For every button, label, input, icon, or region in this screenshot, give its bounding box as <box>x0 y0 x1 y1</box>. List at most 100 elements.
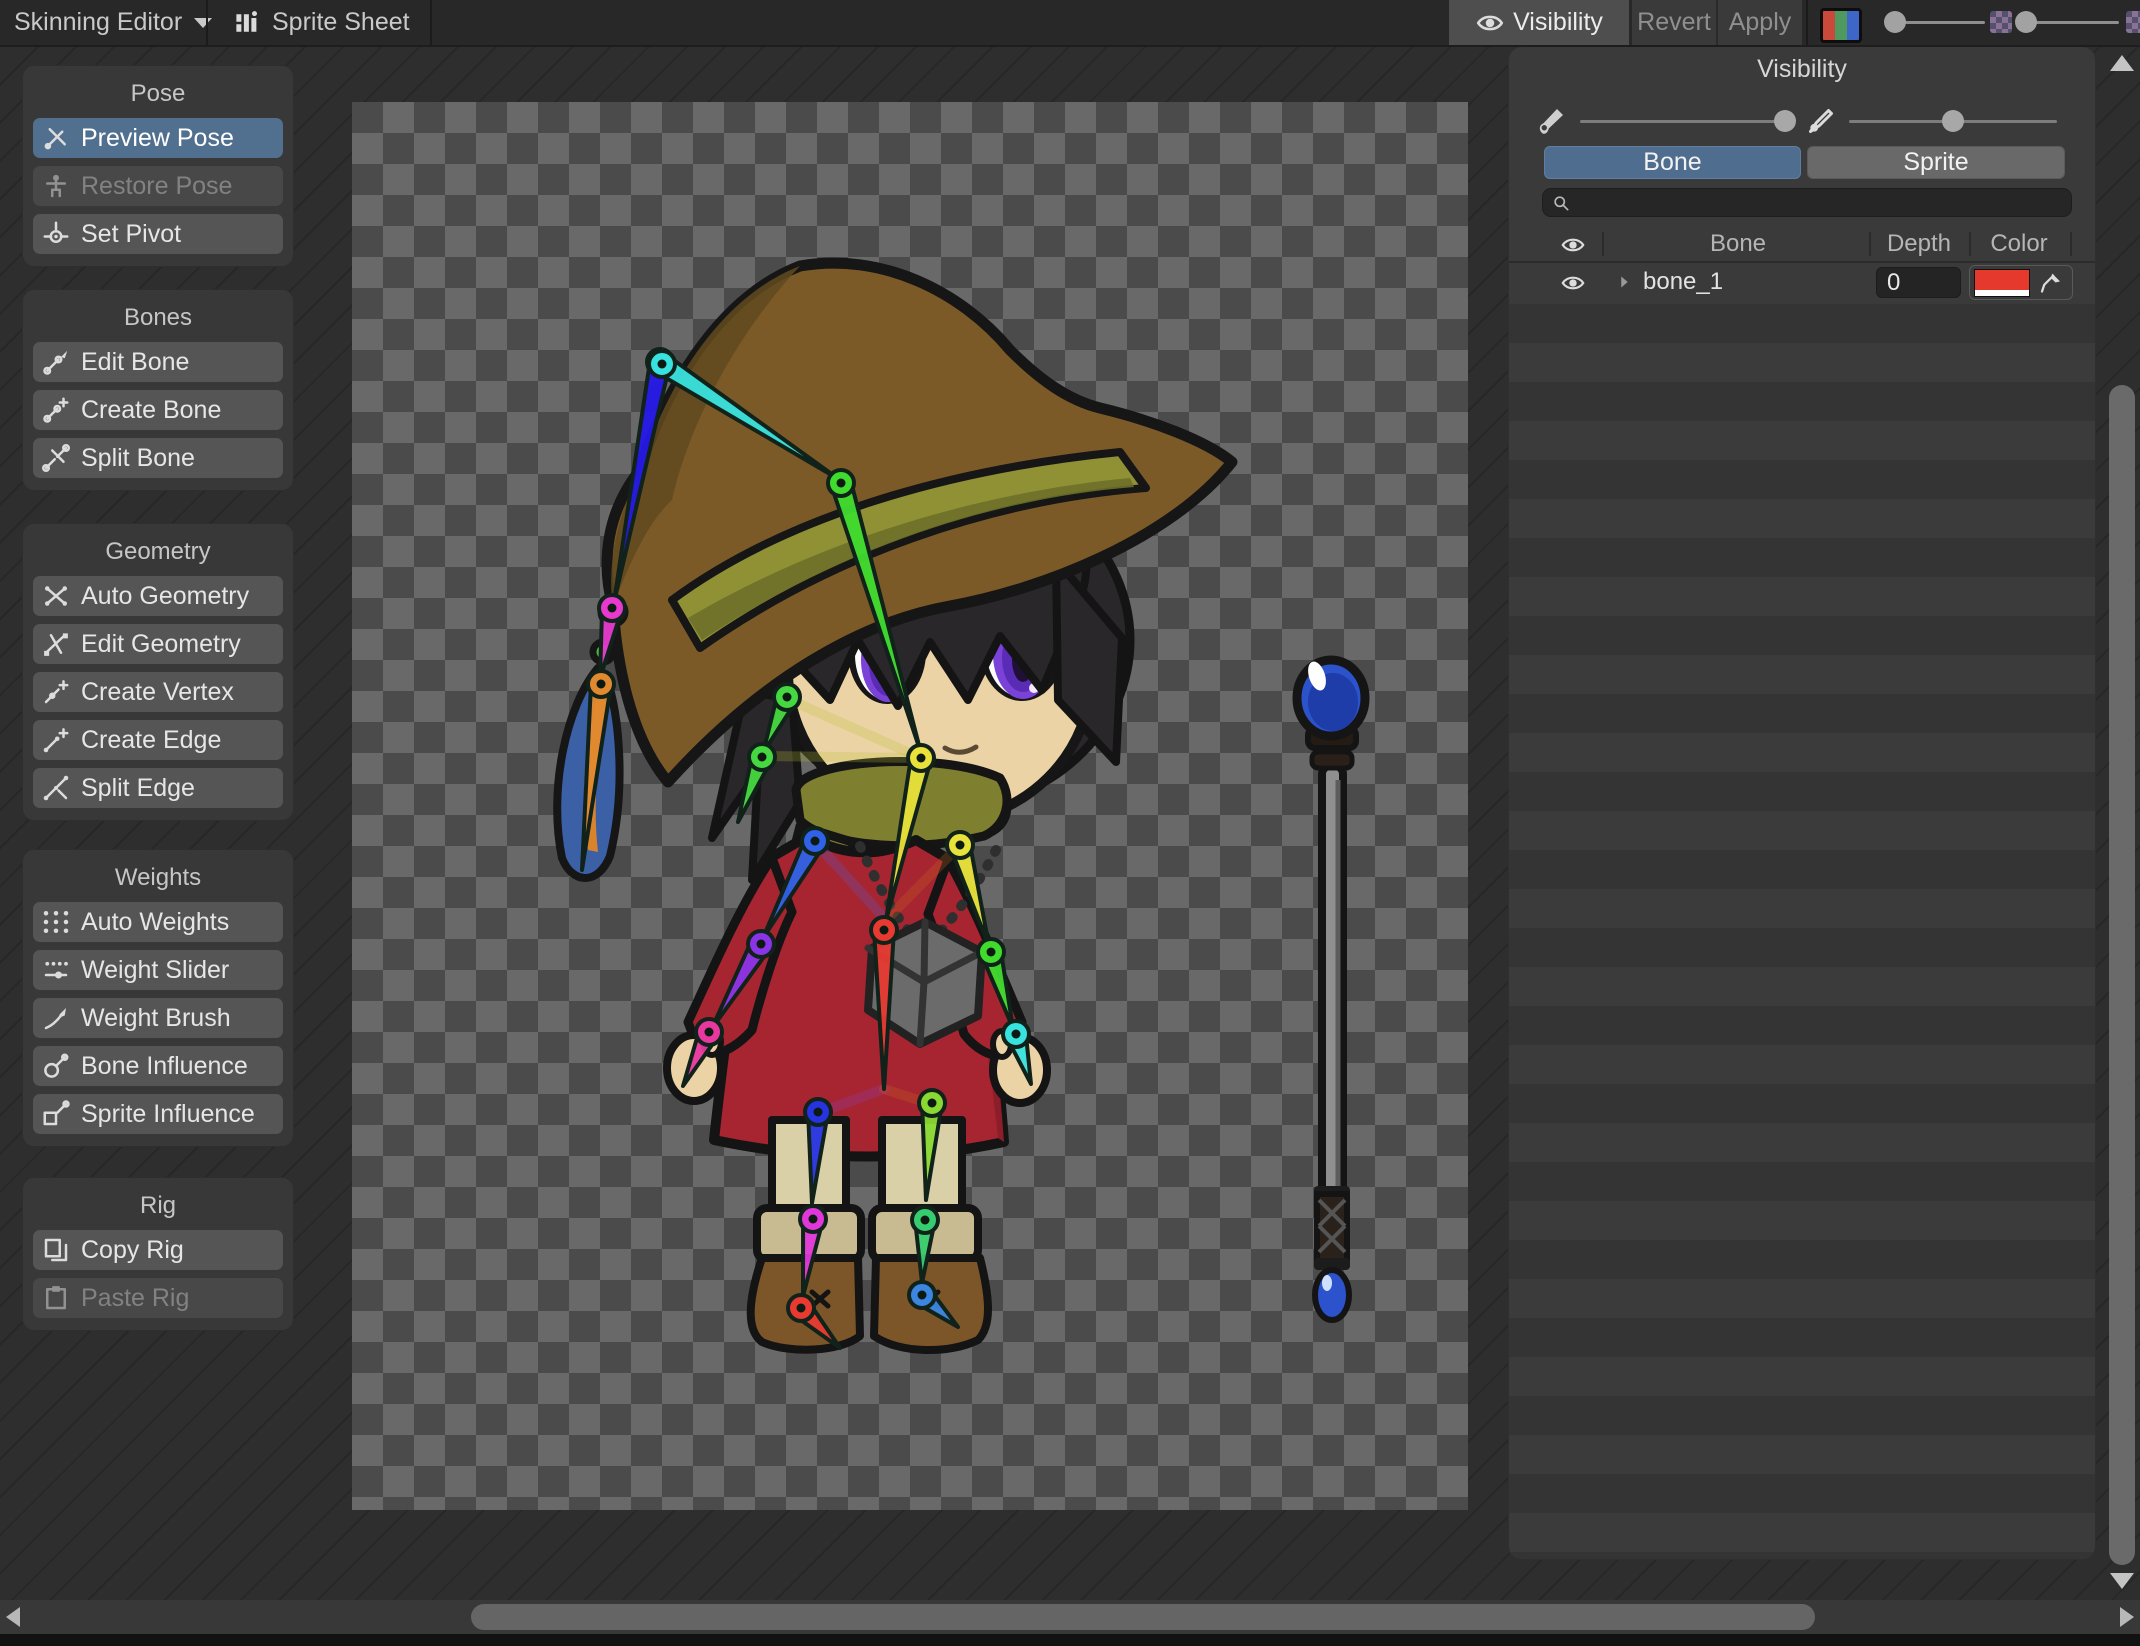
sprite-sheet-button[interactable]: Sprite Sheet <box>232 0 410 45</box>
section-title: Pose <box>130 80 186 107</box>
revert-label: Revert <box>1637 8 1711 36</box>
toolbar-divider <box>1806 0 1808 45</box>
bone-solid-icon <box>1533 103 1569 139</box>
bone-search-field[interactable] <box>1542 188 2072 218</box>
sprite-sheet-icon <box>232 8 262 38</box>
apply-label: Apply <box>1728 8 1792 36</box>
tool-button-edit-bone[interactable]: Edit Bone <box>33 342 283 382</box>
row-visibility-eye-icon[interactable] <box>1557 270 1589 296</box>
tab-bone[interactable]: Bone <box>1544 146 1801 179</box>
tool-button-auto-weights[interactable]: Auto Weights <box>33 902 283 942</box>
weight-brush-icon <box>41 1003 71 1033</box>
section-title: Rig <box>139 1192 176 1219</box>
tool-button-set-pivot[interactable]: Set Pivot <box>33 214 283 254</box>
tool-button-weight-brush[interactable]: Weight Brush <box>33 998 283 1038</box>
bone-influence-icon <box>41 1051 71 1081</box>
section-title: Weights <box>114 864 202 891</box>
bone-opacity-slider[interactable] <box>1580 120 1791 123</box>
revert-button[interactable]: Revert <box>1632 0 1716 45</box>
brush-size-slider-2-knob[interactable] <box>2015 11 2037 33</box>
vertical-scroll-thumb[interactable] <box>2109 385 2135 1565</box>
scroll-up-arrow[interactable] <box>2110 55 2134 71</box>
eyedropper-icon[interactable] <box>2034 269 2068 296</box>
scroll-down-arrow[interactable] <box>2110 1573 2134 1589</box>
character-sprite <box>553 257 1238 1355</box>
set-pivot-icon <box>41 219 71 249</box>
bone-opacity-knob[interactable] <box>1773 110 1796 132</box>
tool-button-split-bone[interactable]: Split Bone <box>33 438 283 478</box>
tool-button-edit-geometry[interactable]: Edit Geometry <box>33 624 283 664</box>
apply-button[interactable]: Apply <box>1718 0 1802 45</box>
sprite-scene <box>553 257 1370 1355</box>
visibility-panel: Visibility Bone Sprite Bone Depth Color … <box>1508 46 2096 1560</box>
create-vertex-icon <box>41 677 71 707</box>
edit-bone-icon <box>41 347 71 377</box>
tab-sprite[interactable]: Sprite <box>1807 146 2065 179</box>
tool-button-create-vertex[interactable]: Create Vertex <box>33 672 283 712</box>
top-toolbar: Skinning Editor Sprite Sheet Visibility … <box>0 0 2140 47</box>
tool-button-copy-rig[interactable]: Copy Rig <box>33 1230 283 1270</box>
column-color: Color <box>1990 230 2048 257</box>
visibility-label: Visibility <box>1513 8 1603 36</box>
depth-field[interactable]: 0 <box>1876 267 1961 298</box>
tool-section-weights: Weights Auto Weights Weight Slider Weigh… <box>22 849 294 1147</box>
horizontal-scrollbar[interactable] <box>0 1600 2140 1634</box>
tool-button-paste-rig[interactable]: Paste Rig <box>33 1278 283 1318</box>
scroll-right-arrow[interactable] <box>2120 1607 2134 1627</box>
sprite-opacity-knob[interactable] <box>1942 110 1964 132</box>
bone-color-swatch[interactable] <box>1974 269 2030 297</box>
tool-button-weight-slider[interactable]: Weight Slider <box>33 950 283 990</box>
staff-sprite <box>1292 655 1370 1323</box>
tool-button-restore-pose[interactable]: Restore Pose <box>33 166 283 206</box>
copy-rig-icon <box>41 1235 71 1265</box>
search-icon <box>1551 193 1571 213</box>
visibility-toggle-button[interactable]: Visibility <box>1449 0 1629 45</box>
bone-name: bone_1 <box>1643 268 1724 295</box>
create-bone-icon <box>41 395 71 425</box>
brush-size-slider-1[interactable] <box>1893 21 1985 24</box>
horizontal-scroll-thumb[interactable] <box>471 1604 1815 1630</box>
tool-section-pose: Pose Preview Pose Restore Pose Set Pivot <box>22 65 294 267</box>
skinning-editor-label: Skinning Editor <box>14 8 183 36</box>
sprite-sheet-label: Sprite Sheet <box>272 8 410 36</box>
color-overlay-swatch-icon[interactable] <box>1820 8 1862 43</box>
visibility-column-eye-icon[interactable] <box>1557 232 1589 258</box>
tool-button-split-edge[interactable]: Split Edge <box>33 768 283 808</box>
toolbar-divider <box>430 0 432 45</box>
tool-section-rig: Rig Copy Rig Paste Rig <box>22 1177 294 1331</box>
section-title: Geometry <box>105 538 211 565</box>
expand-chevron-icon[interactable] <box>1613 271 1635 293</box>
sprite-influence-icon <box>41 1099 71 1129</box>
brush-size-slider-1-knob[interactable] <box>1884 11 1906 33</box>
tool-button-bone-influence[interactable]: Bone Influence <box>33 1046 283 1086</box>
column-bone: Bone <box>1709 230 1767 257</box>
pose-preview-icon <box>41 123 71 153</box>
caret-down-icon <box>194 17 213 28</box>
window-bottom-edge <box>0 1634 2140 1646</box>
search-input[interactable] <box>1577 189 2061 218</box>
vertical-scrollbar[interactable] <box>2104 45 2140 1600</box>
auto-weights-icon <box>41 907 71 937</box>
tool-button-sprite-influence[interactable]: Sprite Influence <box>33 1094 283 1134</box>
tool-button-create-edge[interactable]: Create Edge <box>33 720 283 760</box>
tool-section-bones: Bones Edit Bone Create Bone Split Bone <box>22 289 294 491</box>
toolbar-divider <box>206 0 208 45</box>
texture-preview-icon-1 <box>1990 11 2012 33</box>
tool-button-create-bone[interactable]: Create Bone <box>33 390 283 430</box>
create-edge-icon <box>41 725 71 755</box>
tool-button-auto-geometry[interactable]: Auto Geometry <box>33 576 283 616</box>
eye-icon <box>1475 8 1505 38</box>
edit-geometry-icon <box>41 629 71 659</box>
auto-geometry-icon <box>41 581 71 611</box>
skinning-editor-dropdown[interactable]: Skinning Editor <box>14 0 213 45</box>
section-title: Bones <box>123 304 193 331</box>
bone-table-row[interactable]: bone_1 0 <box>1509 261 2095 306</box>
brush-size-slider-2[interactable] <box>2024 21 2119 24</box>
texture-preview-icon-2 <box>2126 11 2140 33</box>
tool-button-preview-pose[interactable]: Preview Pose <box>33 118 283 158</box>
sprite-viewport[interactable] <box>352 102 1468 1510</box>
scroll-left-arrow[interactable] <box>6 1607 20 1627</box>
bone-table-header: Bone Depth Color <box>1509 227 2095 263</box>
column-depth: Depth <box>1886 230 1952 257</box>
pose-restore-icon <box>41 171 71 201</box>
